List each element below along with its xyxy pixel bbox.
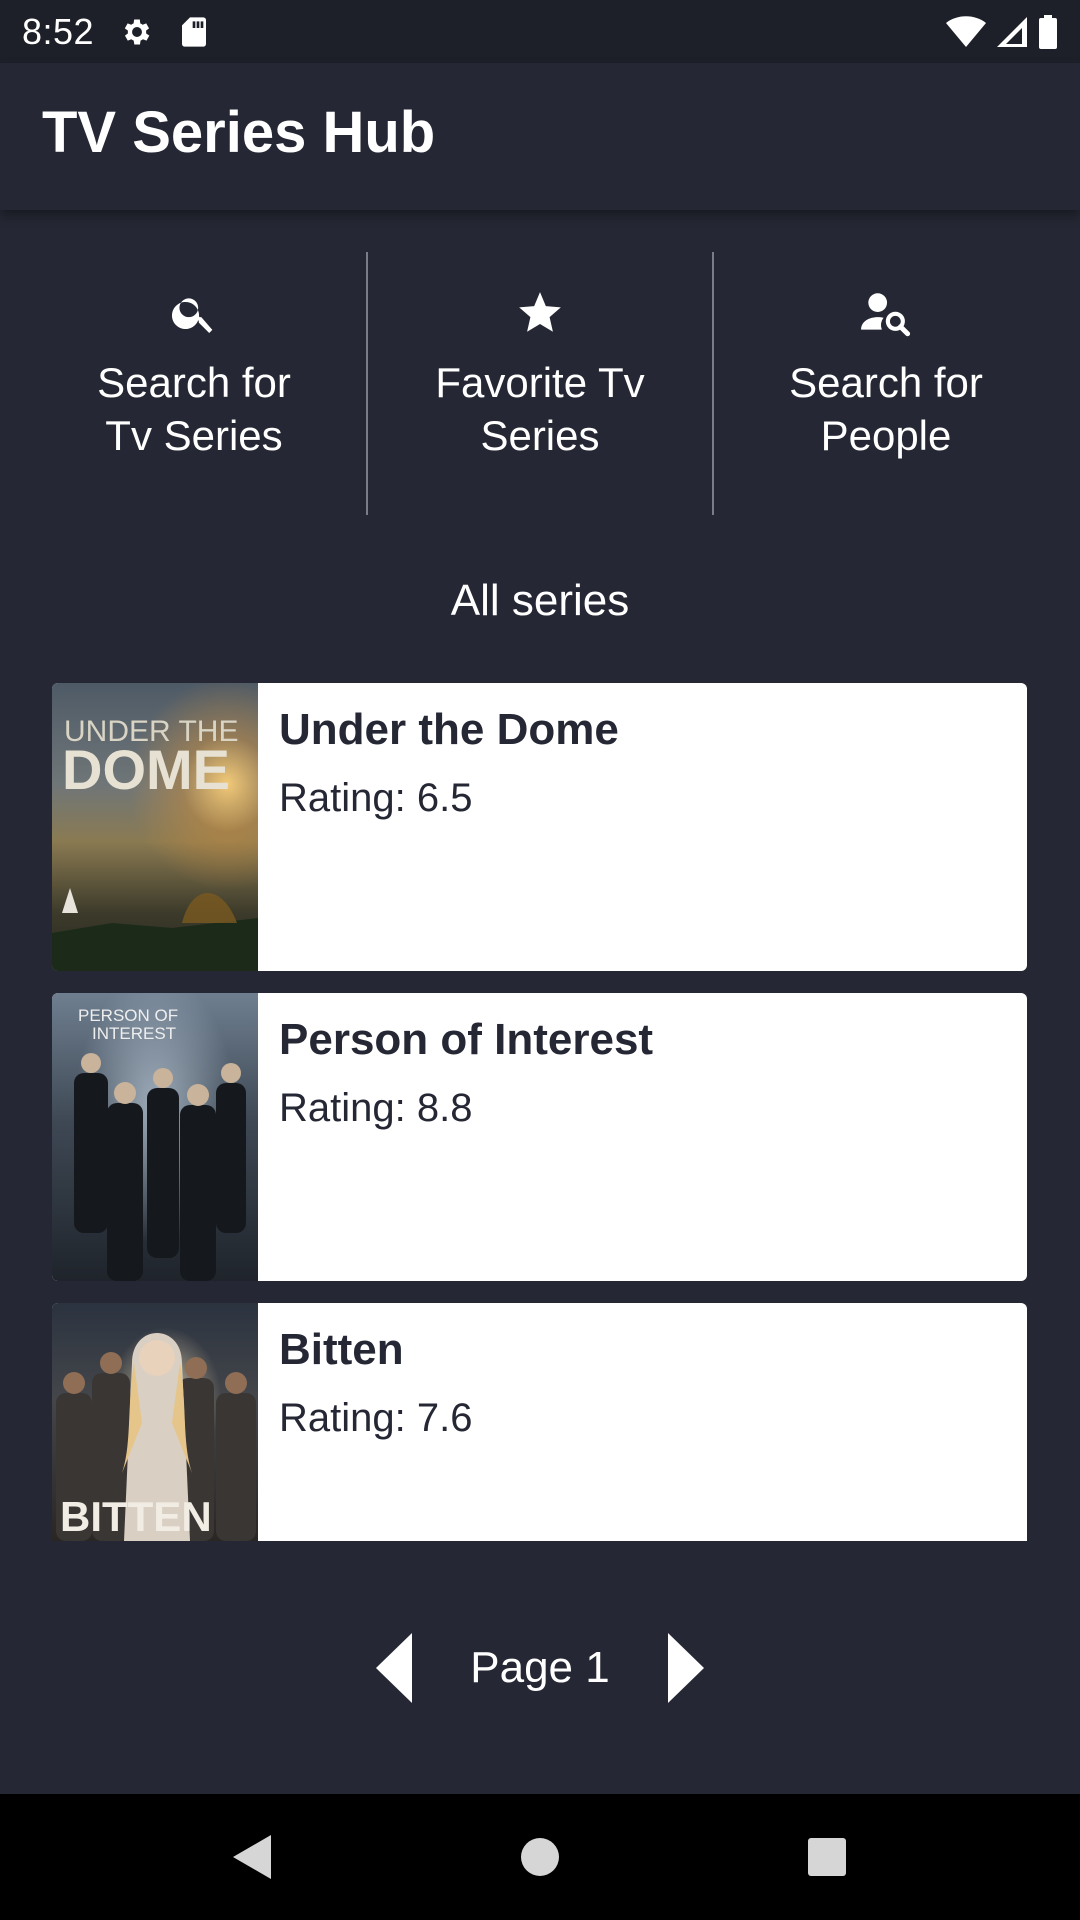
status-bar: 8:52 xyxy=(0,0,1080,63)
card-body: Person of Interest Rating: 8.8 xyxy=(258,993,653,1281)
app-title: TV Series Hub xyxy=(42,100,436,165)
search-people-button[interactable]: Search for People xyxy=(712,252,1058,515)
series-card-under-the-dome[interactable]: UNDER THE DOME Under the Dome Rating: 6.… xyxy=(52,683,1027,971)
series-rating: Rating: 7.6 xyxy=(279,1396,473,1440)
poster-image: BITTEN xyxy=(52,1303,258,1541)
status-right xyxy=(946,14,1058,49)
triangle-right-icon[interactable] xyxy=(666,1633,704,1703)
poster-text: DOME xyxy=(62,738,230,801)
page-label: Page 1 xyxy=(470,1643,610,1692)
recents-icon[interactable] xyxy=(807,1837,847,1877)
status-left: 8:52 xyxy=(22,11,208,53)
search-people-label: Search for People xyxy=(789,359,983,459)
gear-icon xyxy=(120,15,154,49)
card-body: Under the Dome Rating: 6.5 xyxy=(258,683,619,971)
pagination: Page 1 xyxy=(0,1628,1080,1708)
poster-text: PERSON OF xyxy=(78,1006,178,1025)
favorite-tv-series-button[interactable]: Favorite Tv Series xyxy=(366,252,712,515)
series-list: UNDER THE DOME Under the Dome Rating: 6.… xyxy=(52,683,1027,1563)
series-title: Bitten xyxy=(279,1325,404,1374)
series-card-person-of-interest[interactable]: PERSON OF INTEREST Person of Interest Ra… xyxy=(52,993,1027,1281)
star-icon xyxy=(515,288,565,338)
favorite-tv-series-label: Favorite Tv Series xyxy=(435,359,645,459)
series-rating: Rating: 6.5 xyxy=(279,776,473,820)
poster-text: BITTEN xyxy=(60,1493,212,1540)
poster-text: INTEREST xyxy=(92,1024,176,1043)
poster-image: PERSON OF INTEREST xyxy=(52,993,258,1281)
search-tv-series-button[interactable]: Search for Tv Series xyxy=(22,252,366,515)
series-card-bitten[interactable]: BITTEN Bitten Rating: 7.6 xyxy=(52,1303,1027,1541)
search-tv-series-label: Search for Tv Series xyxy=(97,359,291,459)
card-body: Bitten Rating: 7.6 xyxy=(258,1303,472,1541)
app-bar: TV Series Hub xyxy=(0,63,1080,210)
home-icon[interactable] xyxy=(520,1837,560,1877)
sd-card-icon xyxy=(180,16,208,48)
battery-icon xyxy=(1038,14,1058,49)
series-title: Person of Interest xyxy=(279,1015,654,1064)
navigation-bar xyxy=(0,1794,1080,1920)
section-title: All series xyxy=(450,576,630,625)
person-search-icon xyxy=(859,288,913,338)
status-time: 8:52 xyxy=(22,10,95,52)
triangle-left-icon[interactable] xyxy=(376,1633,414,1703)
series-rating: Rating: 8.8 xyxy=(279,1086,473,1130)
search-icon xyxy=(169,288,219,338)
wifi-icon xyxy=(946,15,986,48)
back-icon[interactable] xyxy=(233,1835,273,1879)
poster-image: UNDER THE DOME xyxy=(52,683,258,971)
series-title: Under the Dome xyxy=(279,705,619,754)
cell-signal-icon xyxy=(996,16,1028,48)
quick-actions: Search for Tv Series Favorite Tv Series … xyxy=(22,252,1058,515)
